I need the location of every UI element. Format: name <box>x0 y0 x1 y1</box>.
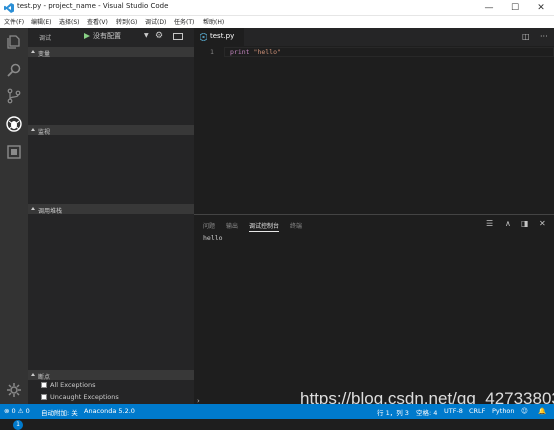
python-file-icon <box>200 33 207 41</box>
menu-bar: 文件(F) 编辑(E) 选择(S) 查看(V) 转到(G) 调试(D) 任务(T… <box>0 16 554 28</box>
bottom-panel: 问题 输出 调试控制台 终端 ☰ ∧ ◨ ✕ hello › <box>194 214 554 405</box>
extensions-icon[interactable] <box>6 144 22 160</box>
section-variables-label: 变量 <box>38 50 51 58</box>
section-callstack[interactable]: 调用堆栈 <box>28 204 194 215</box>
errors-indicator[interactable]: ⊗ 0 ⚠ 0 <box>4 407 30 415</box>
python-interpreter[interactable]: Anaconda 5.2.0 <box>84 407 135 415</box>
collapse-arrow-icon <box>31 207 35 210</box>
breakpoint-label: Uncaught Exceptions <box>50 393 119 401</box>
menu-edit[interactable]: 编辑(E) <box>31 17 51 26</box>
menu-debug[interactable]: 调试(D) <box>145 17 166 26</box>
section-variables[interactable]: 变量 <box>28 47 194 58</box>
menu-goto[interactable]: 转到(G) <box>116 17 137 26</box>
debug-icon[interactable] <box>6 116 22 132</box>
notification-badge: 1 <box>13 420 23 430</box>
line-ending[interactable]: CRLF <box>469 407 485 415</box>
notifications-bell-icon[interactable]: 🔔 <box>538 407 546 415</box>
vscode-window: test.py - project_name - Visual Studio C… <box>0 0 554 430</box>
collapse-arrow-icon <box>31 128 35 131</box>
cursor-position[interactable]: 行 1，列 3 <box>377 407 409 417</box>
status-bar: ⊗ 0 ⚠ 0 自动附加: 关 Anaconda 5.2.0 行 1，列 3 空… <box>0 404 554 419</box>
editor-tabs-bar: test.py ◫ ··· <box>194 28 554 46</box>
title-bar: test.py - project_name - Visual Studio C… <box>0 0 554 16</box>
section-breakpoints[interactable]: 断点 <box>28 370 194 381</box>
section-breakpoints-label: 断点 <box>38 373 51 381</box>
settings-gear-icon[interactable] <box>6 382 22 398</box>
tab-test-py[interactable]: test.py <box>194 28 244 46</box>
debug-sidebar: 调试 没有配置 ▼ ⚙ 变量 监视 调用堆栈 断点 All Exceptions <box>28 28 194 404</box>
sidebar-title: 调试 <box>39 35 52 42</box>
breakpoint-all-exceptions[interactable]: All Exceptions <box>41 381 181 391</box>
debug-config-select[interactable]: 没有配置 <box>93 31 121 41</box>
checkbox[interactable] <box>41 382 47 388</box>
breakpoint-uncaught-exceptions[interactable]: Uncaught Exceptions <box>41 393 181 403</box>
debug-console-icon[interactable] <box>173 33 183 40</box>
menu-help[interactable]: 帮助(H) <box>203 17 224 26</box>
breakpoint-label: All Exceptions <box>50 381 96 389</box>
split-editor-icon[interactable]: ◫ <box>522 32 530 41</box>
search-icon[interactable] <box>6 62 22 78</box>
debug-settings-gear-icon[interactable]: ⚙ <box>155 31 163 41</box>
section-watch-label: 监视 <box>38 128 51 136</box>
tab-label: test.py <box>210 32 235 40</box>
menu-file[interactable]: 文件(F) <box>4 17 24 26</box>
code-line[interactable]: print "hello" <box>230 48 281 56</box>
menu-view[interactable]: 查看(V) <box>87 17 108 26</box>
section-callstack-label: 调用堆栈 <box>38 207 63 215</box>
collapse-arrow-icon <box>31 50 35 53</box>
line-number: 1 <box>210 48 214 56</box>
tab-debug-console[interactable]: 调试控制台 <box>249 221 280 232</box>
source-control-icon[interactable] <box>6 88 22 104</box>
close-button[interactable]: ✕ <box>528 0 554 16</box>
checkbox[interactable] <box>41 394 47 400</box>
more-actions-icon[interactable]: ··· <box>540 32 548 41</box>
warning-count: 0 <box>25 407 30 415</box>
code-string: "hello" <box>253 48 281 56</box>
menu-tasks[interactable]: 任务(T) <box>174 17 194 26</box>
maximize-button[interactable]: ☐ <box>502 0 528 16</box>
debug-toolbar: 调试 没有配置 ▼ ⚙ <box>28 28 194 46</box>
activity-bar: 1 <box>0 28 28 430</box>
console-output: hello <box>203 234 223 242</box>
language-mode[interactable]: Python <box>492 407 515 415</box>
start-debugging-icon[interactable] <box>84 33 90 39</box>
feedback-smiley-icon[interactable]: ☺ <box>521 407 528 415</box>
clear-console-icon[interactable]: ☰ <box>486 219 493 228</box>
auto-attach-status[interactable]: 自动附加: 关 <box>41 407 78 417</box>
tab-problems[interactable]: 问题 <box>203 221 215 230</box>
vscode-logo-icon <box>4 3 14 13</box>
chevron-down-icon[interactable]: ▼ <box>144 32 149 39</box>
code-editor[interactable]: 1 print "hello" <box>194 46 554 214</box>
maximize-panel-icon[interactable]: ∧ <box>505 219 511 228</box>
explorer-icon[interactable] <box>6 34 22 50</box>
tab-terminal[interactable]: 终端 <box>290 221 302 230</box>
tab-output[interactable]: 输出 <box>226 221 238 230</box>
close-panel-icon[interactable]: ✕ <box>539 219 546 228</box>
error-count: 0 <box>11 407 16 415</box>
encoding[interactable]: UTF-8 <box>444 407 463 415</box>
minimize-button[interactable]: — <box>476 0 502 16</box>
indentation[interactable]: 空格: 4 <box>416 407 437 417</box>
section-watch[interactable]: 监视 <box>28 125 194 136</box>
collapse-arrow-icon <box>31 373 35 376</box>
window-title: test.py - project_name - Visual Studio C… <box>17 2 169 10</box>
code-keyword: print <box>230 48 250 56</box>
toggle-panel-position-icon[interactable]: ◨ <box>521 219 529 228</box>
menu-selection[interactable]: 选择(S) <box>59 17 80 26</box>
